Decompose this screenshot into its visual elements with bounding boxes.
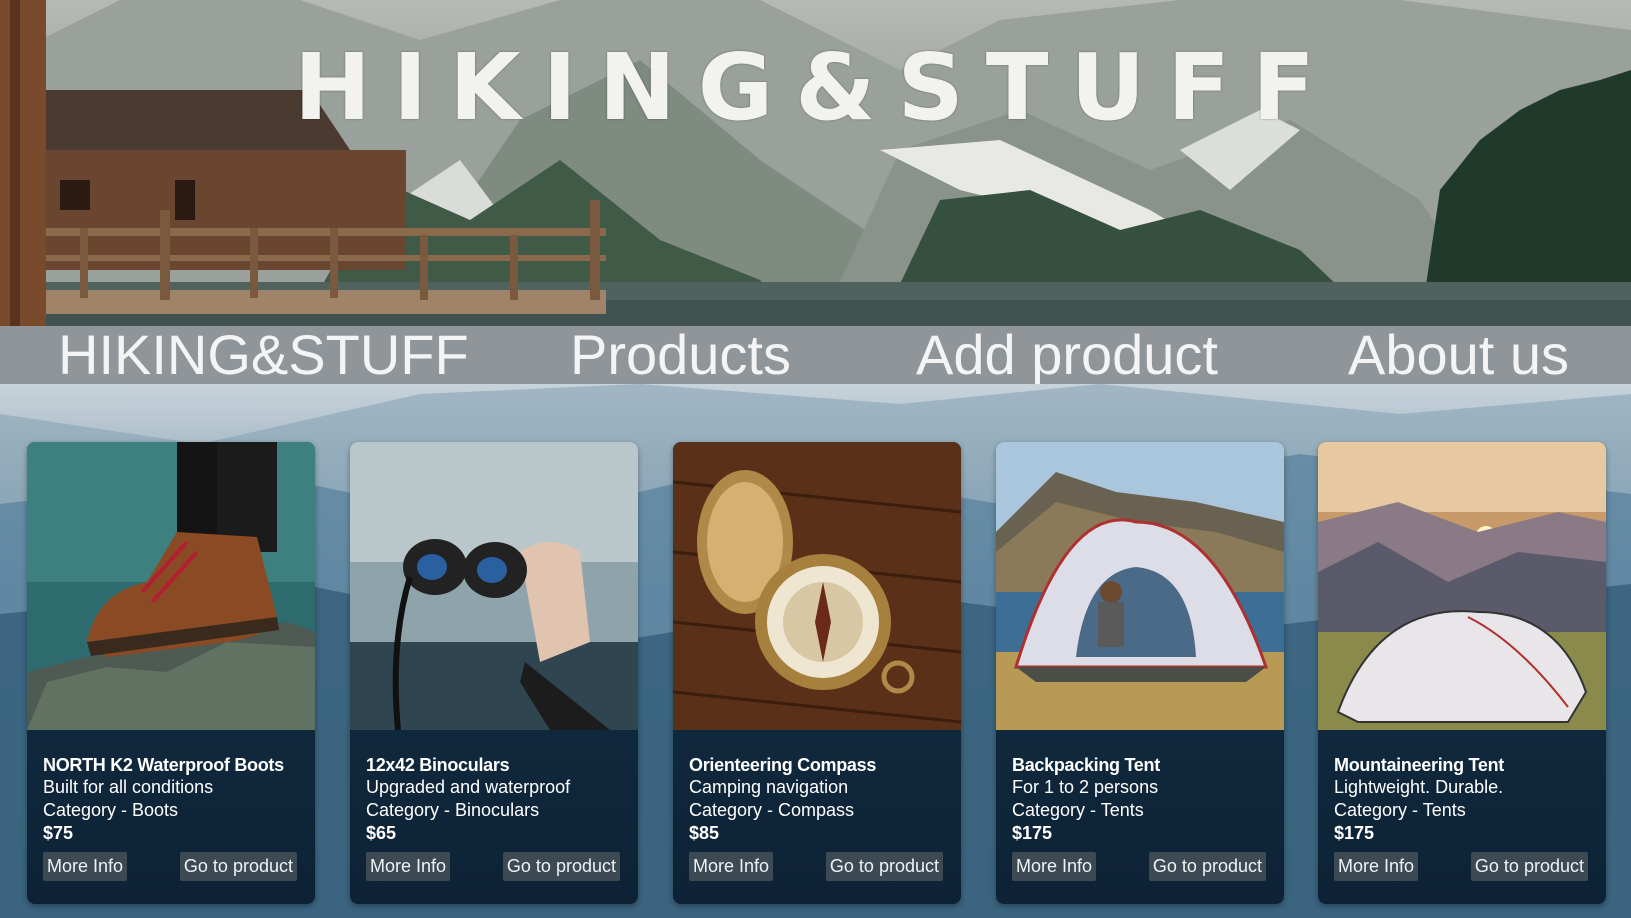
product-category: Category - Boots	[43, 800, 179, 820]
product-price: $175	[1012, 823, 1053, 843]
nav-brand-link[interactable]: HIKING&STUFF	[58, 326, 469, 384]
product-price: $75	[43, 823, 74, 843]
product-name: Mountaineering Tent	[1334, 755, 1504, 775]
product-description: For 1 to 2 persons	[1012, 777, 1159, 797]
nav-about-us-link[interactable]: About us	[1348, 326, 1569, 384]
product-card: Backpacking Tent For 1 to 2 persons Cate…	[996, 442, 1284, 904]
product-description: Lightweight. Durable.	[1334, 777, 1504, 797]
product-description: Camping navigation	[689, 777, 849, 797]
go-to-product-button[interactable]: Go to product	[1470, 852, 1588, 881]
hero-banner: HIKING&STUFF	[0, 0, 1631, 326]
product-image-binoculars[interactable]	[350, 442, 638, 730]
go-to-product-button[interactable]: Go to product	[825, 852, 943, 881]
more-info-button[interactable]: More Info	[1334, 852, 1419, 881]
product-image-mountaineering-tent[interactable]	[1318, 442, 1606, 730]
product-name: Backpacking Tent	[1012, 755, 1160, 775]
main-navigation: HIKING&STUFF Products Add product About …	[0, 326, 1631, 384]
more-info-button[interactable]: More Info	[1012, 852, 1097, 881]
go-to-product-button[interactable]: Go to product	[179, 852, 297, 881]
more-info-button[interactable]: More Info	[689, 852, 774, 881]
product-name: Orienteering Compass	[689, 755, 877, 775]
product-category: Category - Compass	[689, 800, 855, 820]
more-info-button[interactable]: More Info	[43, 852, 128, 881]
product-description: Built for all conditions	[43, 777, 214, 797]
product-description: Upgraded and waterproof	[366, 777, 571, 797]
product-category: Category - Tents	[1012, 800, 1144, 820]
product-card: NORTH K2 Waterproof Boots Built for all …	[27, 442, 315, 904]
product-image-compass[interactable]	[673, 442, 961, 730]
product-category: Category - Binoculars	[366, 800, 540, 820]
product-price: $175	[1334, 823, 1375, 843]
go-to-product-button[interactable]: Go to product	[502, 852, 620, 881]
product-image-boots[interactable]	[27, 442, 315, 730]
product-name: NORTH K2 Waterproof Boots	[43, 755, 284, 775]
go-to-product-button[interactable]: Go to product	[1148, 852, 1266, 881]
hero-logo-title: HIKING&STUFF	[294, 34, 1337, 141]
nav-products-link[interactable]: Products	[570, 326, 791, 384]
product-category: Category - Tents	[1334, 800, 1466, 820]
product-card: 12x42 Binoculars Upgraded and waterproof…	[350, 442, 638, 904]
product-price: $85	[689, 823, 720, 843]
product-card: Mountaineering Tent Lightweight. Durable…	[1318, 442, 1606, 904]
product-name: 12x42 Binoculars	[366, 755, 510, 775]
product-price: $65	[366, 823, 397, 843]
nav-add-product-link[interactable]: Add product	[916, 326, 1218, 384]
more-info-button[interactable]: More Info	[366, 852, 451, 881]
product-image-backpacking-tent[interactable]	[996, 442, 1284, 730]
product-card: Orienteering Compass Camping navigation …	[673, 442, 961, 904]
